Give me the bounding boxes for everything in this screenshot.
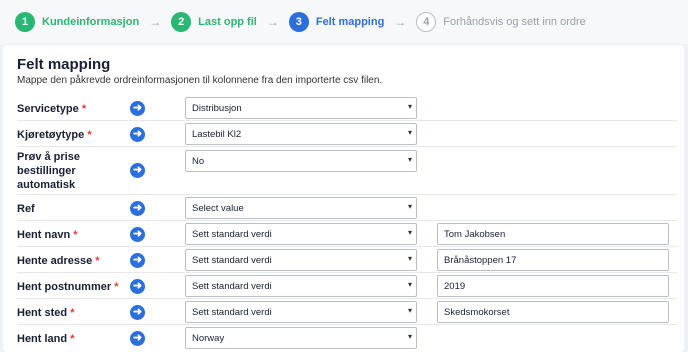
page-subtitle: Mappe den påkrevde ordreinformasjonen ti… [17,75,383,86]
required-marker: * [73,229,78,241]
page-title: Felt mapping [17,56,111,73]
step-2[interactable]: 2 Last opp fil [171,12,257,32]
arrow-right-circle-icon[interactable]: ➜ [130,101,145,116]
step-number-badge: 1 [15,12,35,32]
chevron-down-icon: ▾ [407,128,412,137]
hent-postnummer-input[interactable]: 2019 [437,275,669,297]
step-label: Kundeinformasjon [42,16,140,28]
hent-land-select[interactable]: Norway ▾ [185,327,417,349]
step-number-badge: 4 [416,12,437,32]
arrow-right-circle-icon[interactable]: ➜ [130,227,145,242]
select-value: Sett standard verdi [192,280,272,292]
field-label: Kjøretøytype * [17,129,92,141]
select-value: Select value [192,202,244,214]
hent-sted-select[interactable]: Sett standard verdi ▾ [185,301,417,323]
arrow-right-circle-icon[interactable]: ➜ [130,279,145,294]
mapping-card: Felt mapping Mappe den påkrevde ordreinf… [3,45,684,352]
chevron-down-icon: ▾ [407,280,412,289]
arrow-right-icon: → [266,15,279,29]
mapping-row-hent-land: Hent land * ➜ Norway ▾ [17,325,677,351]
arrow-right-icon: → [394,15,407,29]
field-label: Ref [17,203,35,215]
chevron-down-icon: ▾ [407,228,412,237]
step-number-badge: 2 [171,12,192,32]
hent-sted-input[interactable]: Skedsmokorset [437,301,669,323]
chevron-down-icon: ▾ [407,202,412,211]
required-marker: * [70,307,75,319]
select-value: Lastebil Kl2 [192,128,242,140]
mapping-row-auto-pricing: Prøv å prise bestillinger automatisk ➜ N… [17,147,677,195]
step-number-badge: 3 [288,12,309,32]
required-marker: * [81,103,87,115]
field-label: Hent navn * [17,229,78,241]
progress-stepper: 1 Kundeinformasjon → 2 Last opp fil → 3 … [0,0,688,44]
select-value: Distribusjon [192,102,242,114]
select-value: No [192,155,205,167]
arrow-right-circle-icon[interactable]: ➜ [130,127,145,142]
required-marker: * [95,255,100,267]
chevron-down-icon: ▾ [407,254,412,263]
ref-select[interactable]: Select value ▾ [185,197,417,219]
hent-navn-select[interactable]: Sett standard verdi ▾ [185,223,417,245]
arrow-right-circle-icon[interactable]: ➜ [130,305,145,320]
field-label: Hent sted * [17,307,75,319]
step-4[interactable]: 4 Forhåndsvis og sett inn ordre [416,12,586,32]
servicetype-select[interactable]: Distribusjon ▾ [185,97,417,119]
field-label: Hente adresse * [17,255,100,267]
kjoretoytype-select[interactable]: Lastebil Kl2 ▾ [185,123,417,145]
step-label: Forhåndsvis og sett inn ordre [443,16,586,28]
mapping-row-ref: Ref ➜ Select value ▾ [17,195,677,221]
field-label: Hent postnummer * [17,281,119,293]
arrow-right-circle-icon[interactable]: ➜ [130,331,145,346]
step-3[interactable]: 3 Felt mapping [288,12,385,32]
arrow-right-icon: → [149,15,162,29]
mapping-row-hent-navn: Hent navn * ➜ Sett standard verdi ▾ Tom J… [17,221,677,247]
chevron-down-icon: ▾ [407,155,412,164]
chevron-down-icon: ▾ [407,332,412,341]
required-marker: * [114,281,119,293]
mapping-row-hent-postnummer: Hent postnummer * ➜ Sett standard verdi ▾… [17,273,677,299]
required-marker: * [87,129,92,141]
arrow-right-circle-icon[interactable]: ➜ [130,163,145,178]
auto-pricing-select[interactable]: No ▾ [185,150,417,172]
select-value: Sett standard verdi [192,306,272,318]
arrow-right-circle-icon[interactable]: ➜ [130,253,145,268]
step-label: Felt mapping [315,16,385,28]
field-label: Servicetype * [17,103,87,115]
chevron-down-icon: ▾ [407,102,412,111]
chevron-down-icon: ▾ [407,306,412,315]
mapping-row-kjoretoytype: Kjøretøytype * ➜ Lastebil Kl2 ▾ [17,121,677,147]
step-1[interactable]: 1 Kundeinformasjon [15,12,139,32]
mapping-row-hente-adresse: Hente adresse * ➜ Sett standard verdi ▾ B… [17,247,677,273]
mapping-row-servicetype: Servicetype * ➜ Distribusjon ▾ [17,95,677,121]
step-label: Last opp fil [198,16,257,28]
select-value: Norway [192,332,225,344]
select-value: Sett standard verdi [192,254,272,266]
arrow-right-circle-icon[interactable]: ➜ [130,201,145,216]
field-label: Hent land * [17,333,75,345]
field-label: Prøv å prise bestillinger automatisk [17,151,80,191]
required-marker: * [70,333,75,345]
mapping-row-hent-sted: Hent sted * ➜ Sett standard verdi ▾ Skeds… [17,299,677,325]
hent-navn-input[interactable]: Tom Jakobsen [437,223,669,245]
hente-adresse-select[interactable]: Sett standard verdi ▾ [185,249,417,271]
hent-postnummer-select[interactable]: Sett standard verdi ▾ [185,275,417,297]
hente-adresse-input[interactable]: Brånåstoppen 17 [437,249,669,271]
select-value: Sett standard verdi [192,228,272,240]
